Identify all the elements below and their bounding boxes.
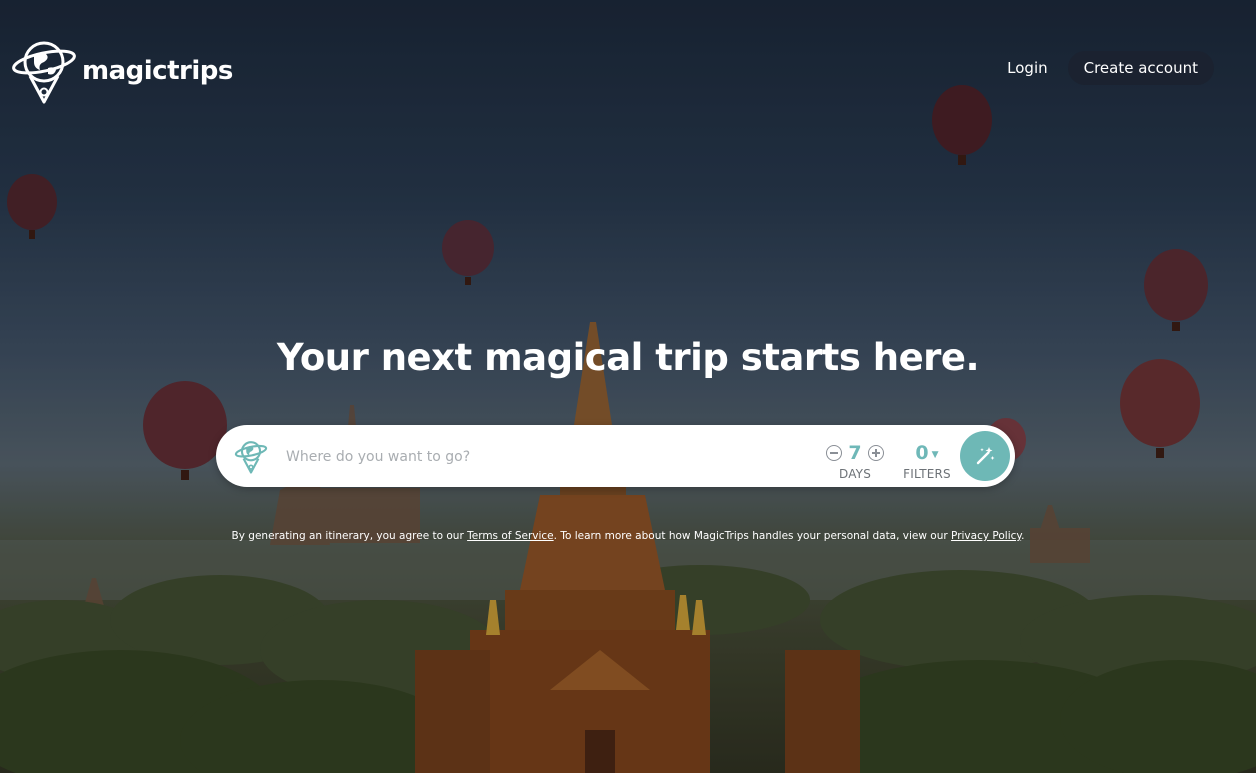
days-value: 7 [848,442,862,464]
generate-itinerary-button[interactable] [960,431,1010,481]
privacy-policy-link[interactable]: Privacy Policy [951,530,1021,542]
hero-headline: Your next magical trip starts here. [276,336,980,379]
plus-circle-icon[interactable] [868,445,884,461]
login-link[interactable]: Login [1007,59,1047,77]
filters-dropdown[interactable]: 0 ▼ FILTERS [902,441,952,481]
create-account-button[interactable]: Create account [1067,51,1214,85]
magic-wand-icon [976,447,995,465]
brand-logo[interactable]: magictrips [12,38,233,104]
hero-dim-overlay [0,0,1256,773]
legal-prefix: By generating an itinerary, you agree to… [231,530,468,542]
trip-search-bar: 7 DAYS 0 ▼ FILTERS [216,425,1015,487]
top-nav: Login Create account [1007,51,1214,85]
legal-notice: By generating an itinerary, you agree to… [0,530,1256,542]
hero-background [0,0,1256,773]
minus-circle-icon[interactable] [826,445,842,461]
destination-input[interactable] [284,442,748,472]
legal-suffix: . [1021,530,1025,542]
caret-down-icon: ▼ [931,449,939,460]
brand-name: magictrips [82,56,233,86]
days-label: DAYS [838,467,872,481]
legal-middle: . To learn more about how MagicTrips han… [553,530,952,542]
globe-pin-icon [234,441,268,474]
terms-of-service-link[interactable]: Terms of Service [467,530,554,542]
days-stepper: 7 DAYS [820,441,890,481]
filters-label: FILTERS [903,467,951,481]
globe-pin-icon [12,41,76,104]
filters-count: 0 [915,442,929,464]
